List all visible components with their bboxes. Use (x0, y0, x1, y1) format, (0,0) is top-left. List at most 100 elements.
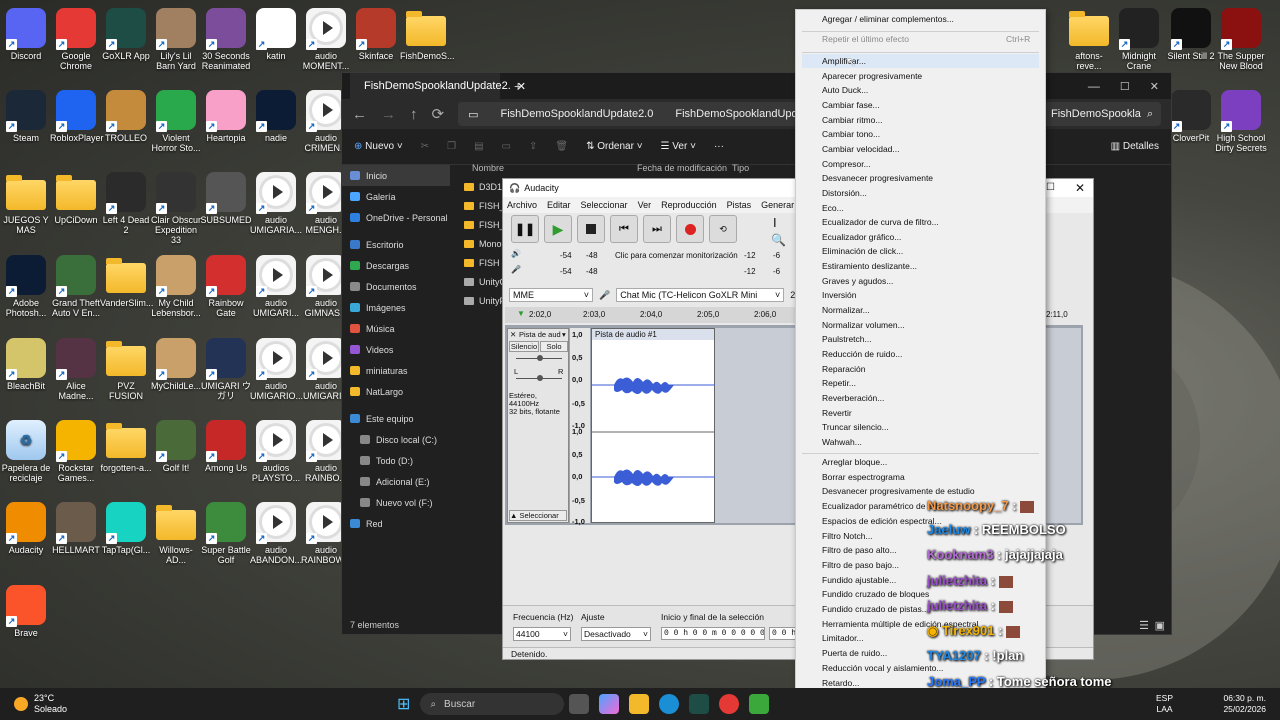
desktop-icon[interactable]: Midnight Crane (1113, 8, 1165, 71)
file-row[interactable]: UnityPl (464, 296, 508, 306)
menu-item-effect[interactable]: Eliminación de click... (822, 244, 903, 258)
desktop-icon[interactable]: forgotten-a... (100, 420, 152, 473)
weather-widget[interactable]: 23°C Soleado (34, 693, 67, 715)
sidebar-item[interactable]: Disco local (C:) (342, 429, 450, 450)
more-icon[interactable]: ··· (714, 141, 724, 152)
new-tab-button[interactable]: + (514, 78, 522, 94)
desktop-icon[interactable]: My Child Lebensbor... (150, 255, 202, 318)
share-icon[interactable]: ⇪ (529, 141, 537, 152)
desktop-icon[interactable]: aftons-reve... (1063, 8, 1115, 71)
menu-pistas[interactable]: Pistas (727, 200, 752, 210)
mute-button[interactable]: Silencio (509, 341, 539, 352)
edge-icon[interactable] (659, 694, 680, 714)
timeline-ruler[interactable]: ▼ 2:02,0 2:03,0 2:04,0 2:05,0 2:06,0 (505, 307, 795, 323)
host-select[interactable]: MME ˅ (509, 288, 593, 302)
menu-item-plugins[interactable]: Agregar / eliminar complementos... (822, 12, 954, 26)
menu-item-effect[interactable]: Ecualizador gráfico... (822, 230, 901, 244)
meter-hint[interactable]: Clic para comenzar monitorización (615, 251, 738, 260)
select-track-button[interactable]: ▲ Seleccionar (509, 510, 567, 521)
menu-item-effect[interactable]: Wahwah... (822, 435, 862, 449)
desktop-icon[interactable]: JUEGOS Y MAS (0, 172, 52, 235)
copilot-icon[interactable] (599, 694, 620, 714)
refresh-icon[interactable]: ⟳ (432, 105, 445, 123)
file-row[interactable]: UnityC (464, 277, 506, 287)
menu-item-effect[interactable]: Truncar silencio... (822, 420, 889, 434)
menu-item-effect[interactable]: Reducción vocal y aislamiento... (822, 661, 943, 675)
menu-item-effect[interactable]: Fundido cruzado de bloques (822, 587, 929, 601)
menu-item-effect[interactable]: Auto Duck... (822, 83, 868, 97)
search-box[interactable]: FishDemoSpooklandUpdate2.0 ⌕ (1041, 102, 1161, 126)
loop-button[interactable]: ⟲ (709, 215, 737, 243)
weather-icon[interactable] (14, 697, 28, 711)
track-menu-chevron-icon[interactable]: ▾ (562, 330, 566, 339)
menu-item-effect[interactable]: Fundido ajustable... (822, 573, 896, 587)
menu-generar[interactable]: Generar (761, 200, 794, 210)
minimize-button[interactable]: — (1088, 79, 1100, 93)
menu-seleccionar[interactable]: Seleccionar (581, 200, 628, 210)
menu-archivo[interactable]: Archivo (507, 200, 537, 210)
menu-item-effect[interactable]: Filtro Notch... (822, 529, 873, 543)
menu-ver[interactable]: Ver (638, 200, 652, 210)
maximize-button[interactable]: ☐ (1120, 80, 1130, 93)
menu-item-effect[interactable]: Desvanecer progresivamente de estudio (822, 484, 975, 498)
desktop-icon[interactable]: PVZ FUSION (100, 338, 152, 401)
desktop-icon[interactable]: 30 Seconds Reanimated (200, 8, 252, 71)
play-button[interactable]: ▶ (544, 215, 572, 243)
windows-start-icon[interactable]: ⊞ (397, 694, 410, 714)
cut-icon[interactable]: ✂ (421, 141, 429, 152)
sidebar-item[interactable]: Nuevo vol (F:) (342, 492, 450, 513)
sidebar-item[interactable]: Este equipo (342, 408, 450, 429)
desktop-icon[interactable]: Heartopia (200, 90, 252, 143)
task-view-icon[interactable] (569, 694, 590, 714)
clock[interactable]: 06:30 p. m. 25/02/2026 (1196, 693, 1266, 715)
menu-item-effect[interactable]: Cambiar tono... (822, 127, 880, 141)
desktop-icon[interactable]: Lily's Lil Barn Yard (150, 8, 202, 71)
selection-tool-icon[interactable]: I (773, 215, 777, 230)
desktop-icon[interactable]: RobloxPlayer (50, 90, 104, 143)
desktop-icon[interactable]: Skinface (350, 8, 402, 61)
close-window-button[interactable]: ✕ (1075, 181, 1085, 195)
menu-item-effect[interactable]: Puerta de ruido... (822, 646, 887, 660)
sidebar-item[interactable]: Documentos (342, 276, 450, 297)
desktop-icon[interactable]: Silent Still 2 (1165, 8, 1217, 61)
desktop-icon[interactable]: High School Dirty Secrets (1215, 90, 1267, 153)
desktop-icon[interactable]: Alice Madne... (50, 338, 102, 401)
snap-select[interactable]: Desactivado ˅ (581, 627, 651, 641)
desktop-icon[interactable]: TROLLEO (100, 90, 152, 143)
sort-button[interactable]: ⇅ Ordenar ˅ (586, 141, 642, 152)
sidebar-item[interactable]: Adicional (E:) (342, 471, 450, 492)
details-button[interactable]: ▥ Detalles (1111, 141, 1159, 152)
desktop-icon[interactable]: MyChildLe... (150, 338, 202, 391)
slider-thumb[interactable] (537, 355, 543, 361)
desktop-icon[interactable]: Adobe Photosh... (0, 255, 52, 318)
desktop-icon[interactable]: Willows-AD... (150, 502, 202, 565)
selection-start[interactable]: 0 0 h 0 0 m 0 0 0 0 0 s (661, 627, 765, 640)
menu-item-effect[interactable]: Graves y agudos... (822, 274, 893, 288)
sidebar-item[interactable]: miniaturas (342, 360, 450, 381)
desktop-icon[interactable]: Google Chrome (50, 8, 102, 71)
desktop-icon[interactable]: SUBSUMED (200, 172, 252, 225)
audio-clip[interactable]: Pista de audio #1 (591, 328, 716, 523)
column-name[interactable]: Nombre (472, 163, 504, 173)
menu-item-effect[interactable]: Cambiar ritmo... (822, 113, 882, 127)
maximize-button[interactable]: ☐ (1046, 182, 1055, 193)
taskbar-search[interactable]: ⌕ Buscar (420, 693, 565, 715)
menu-item-effect[interactable]: Filtro de paso alto... (822, 543, 897, 557)
paste-icon[interactable]: ▤ (474, 141, 483, 152)
sidebar-item[interactable]: Red (342, 513, 450, 534)
close-track-icon[interactable]: ✕ (510, 330, 516, 339)
menu-item-effect[interactable]: Compresor... (822, 157, 871, 171)
desktop-icon[interactable]: Rainbow Gate (200, 255, 252, 318)
desktop-icon[interactable]: Brave (0, 585, 52, 638)
menu-item-effect[interactable]: Distorsión... (822, 186, 867, 200)
menu-item-effect[interactable]: Borrar espectrograma (822, 470, 905, 484)
menu-item-effect[interactable]: Limitador... (822, 631, 864, 645)
sidebar-item[interactable]: Todo (D:) (342, 450, 450, 471)
menu-item-effect[interactable]: Desvanecer progresivamente (822, 171, 933, 185)
menu-item-effect[interactable]: Paulstretch... (822, 332, 872, 346)
menu-reproducción[interactable]: Reproducción (661, 200, 717, 210)
menu-item-effect[interactable]: Eco... (822, 201, 844, 215)
menu-item-effect[interactable]: Ecualizador de curva de filtro... (822, 215, 939, 229)
skip-end-button[interactable]: ⏭ (643, 215, 671, 243)
pause-button[interactable]: ❚❚ (511, 215, 539, 243)
